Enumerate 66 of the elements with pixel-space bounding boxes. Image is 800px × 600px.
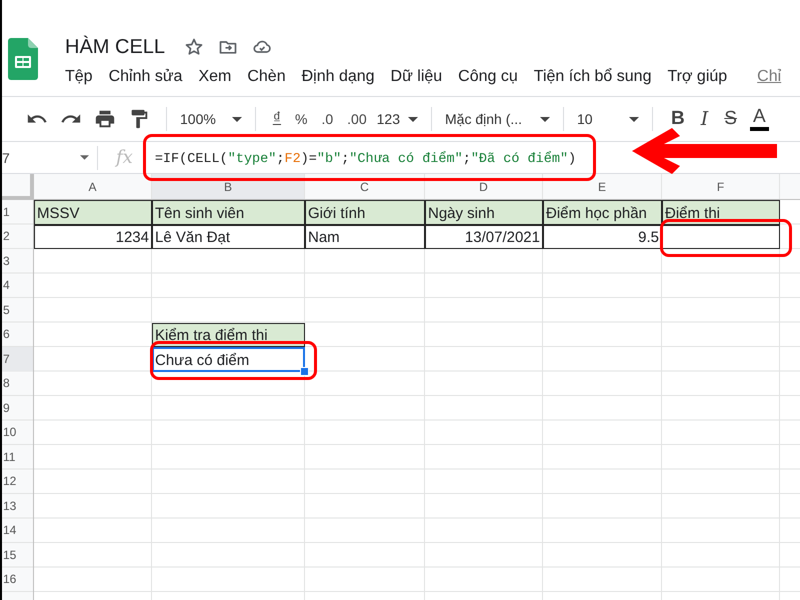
table-cell: Chưa có điểm (152, 347, 305, 372)
row-header[interactable]: 15 (2, 543, 33, 566)
table-cell: 9.5 (543, 224, 662, 249)
row-header[interactable]: 10 (2, 420, 33, 444)
menu-item[interactable]: Dữ liệu (390, 66, 442, 88)
column-header[interactable]: C (305, 174, 425, 199)
number-format-dropdown[interactable]: 123 (374, 107, 421, 131)
row-header[interactable]: 12 (2, 470, 33, 493)
menu-item[interactable]: Xem (198, 66, 232, 88)
row-header[interactable]: 13 (2, 494, 33, 518)
row-header[interactable]: 7 (2, 347, 33, 370)
row-header[interactable]: 1 (2, 200, 33, 224)
font-size-dropdown[interactable]: 10 (574, 107, 642, 131)
table-cell: MSSV (34, 200, 152, 224)
row-header[interactable]: 6 (2, 322, 33, 346)
table-cell: Lê Văn Đạt (152, 224, 305, 249)
print-icon[interactable] (94, 108, 116, 130)
row-header[interactable]: 16 (2, 568, 33, 591)
decrease-decimal-button[interactable]: .0 (314, 107, 340, 131)
menu-item[interactable]: Chỉnh sửa (108, 66, 182, 88)
sheets-logo-icon[interactable] (8, 38, 38, 80)
caret-icon (408, 116, 418, 122)
table-cell: Nam (305, 224, 425, 249)
increase-decimal-button[interactable]: .00 (340, 107, 374, 131)
row-header[interactable]: 2 (2, 224, 33, 248)
menu-item[interactable]: Tệp (65, 66, 93, 88)
table-cell: Giới tính (305, 200, 425, 224)
column-header[interactable]: F (662, 174, 780, 199)
row-header[interactable]: 3 (2, 249, 33, 272)
table-cell: 13/07/2021 (425, 224, 543, 249)
currency-button[interactable]: ₫ (266, 106, 288, 132)
caret-icon (232, 116, 242, 122)
menu-item[interactable]: Công cụ (458, 66, 518, 88)
percent-button[interactable]: % (288, 107, 314, 131)
row-header[interactable]: 5 (2, 298, 33, 322)
caret-icon (540, 116, 550, 122)
menu-item[interactable]: Chèn (247, 66, 286, 88)
column-header[interactable]: D (425, 174, 543, 199)
name-box[interactable]: 7 (2, 146, 98, 170)
fill-handle[interactable] (300, 366, 309, 376)
table-cell: Điểm học phần (543, 200, 662, 224)
menu-item[interactable]: Trợ giúp (667, 66, 728, 88)
row-header[interactable]: 8 (2, 372, 33, 395)
last-edit-link[interactable]: Chỉ (757, 66, 782, 88)
italic-button[interactable]: I (698, 109, 712, 129)
document-title[interactable]: HÀM CELL (65, 36, 166, 58)
caret-icon (629, 116, 639, 122)
menu-item[interactable]: Định dạng (302, 66, 375, 88)
row-header[interactable]: 14 (2, 518, 33, 542)
row-header[interactable]: 4 (2, 274, 33, 297)
text-color-button[interactable]: A (750, 107, 769, 131)
star-icon[interactable] (184, 37, 204, 57)
table-cell: Ngày sinh (425, 200, 543, 224)
formula-field[interactable]: =IF(CELL("type";F2)="b";"Chưa có điểm";"Đã có điểm") (154, 152, 576, 166)
strikethrough-button[interactable]: S (721, 109, 740, 129)
table-cell: 1234 (34, 224, 152, 249)
table-cell: Tên sinh viên (152, 200, 305, 224)
function-label: fx (116, 147, 133, 168)
row-header[interactable]: 9 (2, 396, 33, 420)
menu-item[interactable]: Tiện ích bổ sung (534, 66, 652, 88)
column-header[interactable]: E (543, 174, 662, 199)
row-header[interactable]: 11 (2, 445, 33, 468)
font-dropdown[interactable]: Mặc định (... (442, 107, 553, 131)
caret-icon (80, 155, 89, 160)
bold-button[interactable]: B (668, 109, 688, 129)
zoom-dropdown[interactable]: 100% (177, 107, 245, 131)
